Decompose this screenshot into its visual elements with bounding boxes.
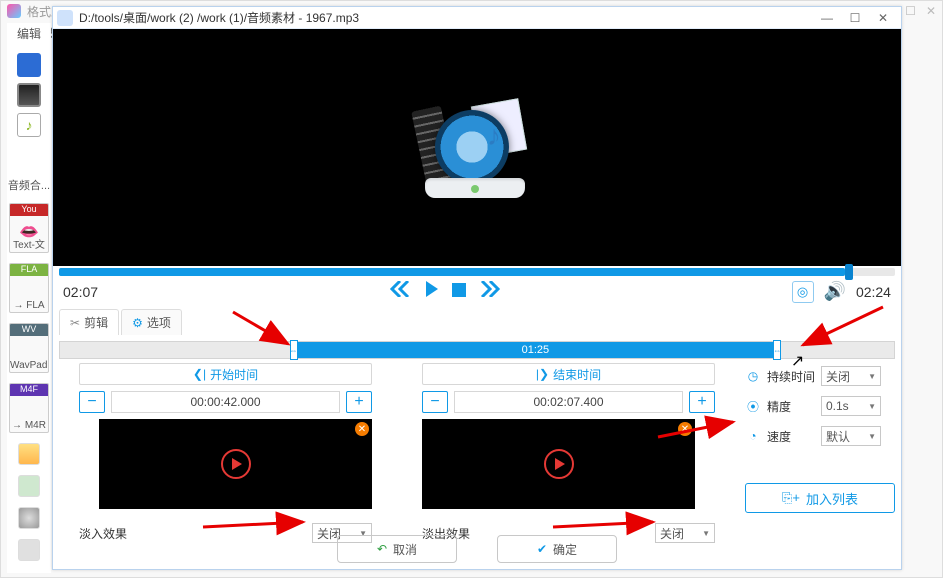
sidebar-card-text[interactable]: You 👄 Text-文 — [9, 203, 49, 253]
sidebar-card-m4r[interactable]: M4F → M4R — [9, 383, 49, 433]
maximize-button[interactable]: ☐ — [841, 9, 869, 27]
trim-handle-start[interactable]: ⇔ — [290, 340, 298, 360]
editor-title: D:/tools/桌面/work (2) /work (1)/音频素材 - 19… — [79, 9, 359, 26]
start-thumb-play-icon[interactable] — [221, 449, 251, 479]
tab-edit[interactable]: ✂剪辑 — [59, 309, 119, 335]
trim-range-fill: 01:25 — [294, 342, 778, 358]
playback-progress[interactable] — [59, 268, 895, 276]
speed-icon: ◔ — [745, 429, 761, 443]
sidebar-mini-4[interactable] — [18, 539, 40, 561]
undo-icon: ↶ — [377, 542, 387, 556]
options-column: ◷ 持续时间 关闭 ⦿ 精度 0.1s ◔ 速度 默认 ⎘+ 加入列表 — [745, 363, 895, 543]
parent-sidebar: 编辑 ♪ 音频合... You 👄 Text-文 FLA → FLA WV Wa… — [7, 23, 51, 573]
sidebar-card-fla[interactable]: FLA → FLA — [9, 263, 49, 313]
check-icon: ✔ — [537, 542, 547, 556]
end-time-header[interactable]: |❯ 结束时间 — [422, 363, 715, 385]
sidebar-mini-3[interactable] — [18, 507, 40, 529]
trim-handle-end[interactable]: ⇔ — [773, 340, 781, 360]
editor-titlebar: D:/tools/桌面/work (2) /work (1)/音频素材 - 19… — [53, 7, 901, 29]
start-time-decrement[interactable]: − — [79, 391, 105, 413]
volume-icon[interactable]: 🔊 — [824, 281, 846, 302]
snapshot-button[interactable]: ◎ — [792, 281, 814, 303]
precision-select[interactable]: 0.1s — [821, 396, 881, 416]
prev-button[interactable] — [390, 280, 412, 303]
end-thumb-play-icon[interactable] — [544, 449, 574, 479]
close-button[interactable]: ✕ — [869, 9, 897, 27]
trim-range-bar[interactable]: 01:25 ⇔ ⇔ — [59, 341, 895, 359]
ok-button[interactable]: ✔确定 — [497, 535, 617, 563]
start-time-input[interactable]: 00:00:42.000 — [111, 391, 340, 413]
end-time-input[interactable]: 00:02:07.400 — [454, 391, 683, 413]
sidebar-film-icon[interactable] — [17, 83, 41, 107]
end-column: |❯ 结束时间 − 00:02:07.400 + ✕ 淡出效果 关闭 — [402, 363, 735, 543]
sidebar-mini-2[interactable] — [18, 475, 40, 497]
sidebar-music-icon[interactable]: ♪ — [17, 113, 41, 137]
parent-close-icon[interactable]: ✕ — [926, 4, 936, 18]
sidebar-blue-icon[interactable] — [17, 53, 41, 77]
preview-viewport: ♪ — [53, 29, 901, 266]
end-frame-thumbnail: ✕ — [422, 419, 695, 509]
next-button[interactable] — [478, 280, 500, 303]
start-time-increment[interactable]: + — [346, 391, 372, 413]
sidebar-merge-label: 音频合... — [8, 177, 50, 193]
minimize-button[interactable]: — — [813, 9, 841, 27]
start-thumb-remove[interactable]: ✕ — [355, 422, 369, 436]
start-frame-thumbnail: ✕ — [99, 419, 372, 509]
start-column: ❮| 开始时间 − 00:00:42.000 + ✕ 淡入效果 关闭 — [59, 363, 392, 543]
mark-start-icon: ❮| — [193, 367, 206, 381]
stop-button[interactable] — [452, 280, 466, 303]
parent-maximize-icon[interactable]: ☐ — [905, 4, 916, 18]
duration-select[interactable]: 关闭 — [821, 366, 881, 386]
sidebar-card-wavpad[interactable]: WV WavPad... — [9, 323, 49, 373]
sidebar-mini-1[interactable] — [18, 443, 40, 465]
playback-position: 02:07 — [63, 284, 98, 300]
mark-end-icon: |❯ — [536, 367, 549, 381]
add-to-list-button[interactable]: ⎘+ 加入列表 — [745, 483, 895, 513]
speed-select[interactable]: 默认 — [821, 426, 881, 446]
editor-app-icon — [57, 10, 73, 26]
end-time-decrement[interactable]: − — [422, 391, 448, 413]
app-logo-icon — [7, 4, 21, 18]
add-list-icon: ⎘+ — [782, 490, 800, 506]
play-button[interactable] — [424, 280, 440, 303]
editor-window: D:/tools/桌面/work (2) /work (1)/音频素材 - 19… — [52, 6, 902, 570]
precision-icon: ⦿ — [745, 398, 761, 415]
menu-edit[interactable]: 编辑 — [17, 25, 41, 47]
tab-options[interactable]: ⚙选项 — [121, 309, 182, 335]
mouse-cursor-icon — [791, 351, 805, 369]
scissors-icon: ✂ — [70, 316, 80, 330]
media-placeholder-graphic: ♪ — [417, 98, 537, 198]
start-time-header[interactable]: ❮| 开始时间 — [79, 363, 372, 385]
gear-icon: ⚙ — [132, 316, 143, 330]
playback-knob[interactable] — [845, 264, 853, 280]
end-time-increment[interactable]: + — [689, 391, 715, 413]
end-thumb-remove[interactable]: ✕ — [678, 422, 692, 436]
playback-duration: 02:24 — [856, 284, 891, 300]
cancel-button[interactable]: ↶取消 — [337, 535, 457, 563]
clock-icon: ◷ — [745, 369, 761, 383]
